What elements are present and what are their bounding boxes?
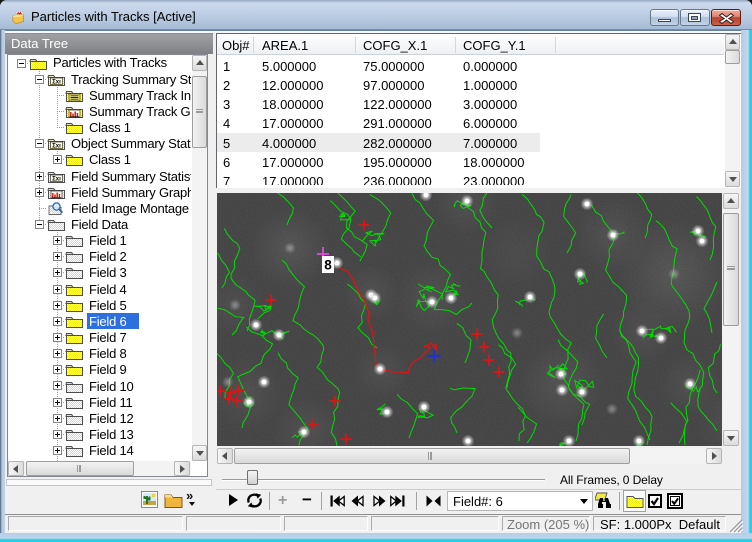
svg-text:8: 8 — [324, 258, 332, 273]
svg-text:Σxı: Σxı — [52, 144, 61, 150]
svg-text:Σxı: Σxı — [52, 79, 61, 85]
svg-text:Σxı: Σxı — [52, 176, 61, 182]
